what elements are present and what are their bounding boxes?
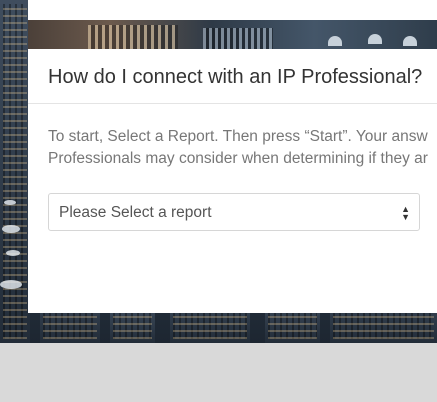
report-select[interactable]: Please Select a report ▲ ▼ (48, 193, 420, 231)
page: How do I connect with an IP Professional… (0, 0, 437, 402)
caret-down-icon: ▼ (401, 212, 410, 222)
instructions-text: To start, Select a Report. Then press “S… (48, 126, 437, 170)
modal-top-edge (28, 0, 437, 20)
select-caret-icon: ▲ ▼ (401, 205, 410, 222)
report-select-value: Please Select a report (59, 204, 212, 221)
city-background-strip (28, 20, 437, 49)
modal-body: To start, Select a Report. Then press “S… (28, 104, 437, 313)
modal-title: How do I connect with an IP Professional… (48, 66, 423, 88)
instructions-line-2: Professionals may consider when determin… (48, 150, 428, 167)
instructions-line-1: To start, Select a Report. Then press “S… (48, 128, 428, 145)
modal-header: How do I connect with an IP Professional… (28, 49, 437, 104)
